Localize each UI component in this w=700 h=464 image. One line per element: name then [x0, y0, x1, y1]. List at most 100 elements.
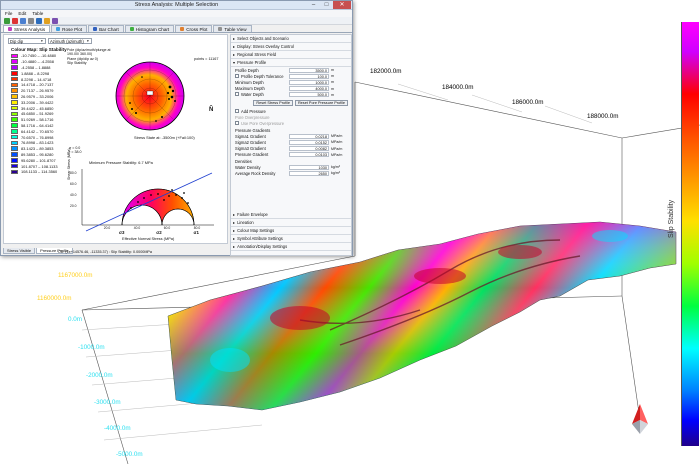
close-button[interactable]: ✕: [333, 1, 351, 9]
tab-histogram-chart[interactable]: Histogram Chart: [124, 25, 175, 32]
legend-item: 108.1133 – 114.3560: [11, 169, 58, 175]
section-annotation-display-settings[interactable]: ▸ Annotation/Display Settings: [231, 243, 351, 251]
legend-item: -10.7450 – -10.4880: [11, 53, 58, 59]
z-axis-label: -3000.0m: [94, 399, 121, 406]
stress-analysis-window[interactable]: Stress Analysis: Multiple Selection – □ …: [0, 0, 353, 256]
sigma1-gradient-input[interactable]: 0.0218: [289, 133, 329, 139]
legend-swatch: [11, 65, 18, 70]
sigma2-gradient-input[interactable]: 0.0152: [289, 139, 329, 146]
menu-edit[interactable]: Edit: [18, 11, 26, 16]
legend-label: 33.2006 – 39.4422: [21, 99, 54, 105]
table-icon: [218, 27, 223, 31]
legend-label: 76.8998 – 83.1423: [21, 140, 54, 146]
y-axis-label: 1167000.0m: [58, 272, 93, 279]
x-axis-label: 182000.0m: [370, 68, 402, 75]
tab-cross-plot[interactable]: Cross Plot: [175, 25, 213, 32]
cancel-icon[interactable]: [12, 17, 18, 24]
settings-pane: ▸ Select Objects and Scenario ▸ Display: S…: [230, 34, 352, 256]
z-axis-label: -1000.0m: [78, 344, 105, 351]
reset-stress-profile-button[interactable]: Reset Stress Profile: [253, 99, 293, 107]
rock-density-input[interactable]: 2650: [289, 170, 329, 176]
sigma3-gradient-input[interactable]: 0.0082: [289, 146, 329, 152]
reset-pore-pressure-button[interactable]: Reset Pore Pressure Profile: [294, 99, 348, 107]
water-density-input[interactable]: 1030: [289, 164, 329, 170]
dip-dropdown[interactable]: Dip dip ▾: [8, 38, 46, 44]
legend-item: 8.2298 – 14.4718: [11, 76, 58, 82]
expand-icon: ▸: [233, 228, 236, 233]
folder-icon[interactable]: [44, 17, 50, 24]
minimize-button[interactable]: –: [307, 1, 320, 9]
add-pressure-checkbox[interactable]: [235, 109, 239, 114]
legend-swatch: [11, 82, 18, 88]
check-icon[interactable]: [4, 17, 10, 24]
profile-depth-input[interactable]: 3500.0: [289, 67, 329, 73]
pressure-gradient-input[interactable]: 0.0103: [289, 152, 329, 158]
tab-stress-analysis[interactable]: Stress Analysis: [3, 25, 51, 32]
legend-label: 1.8888 – 8.2298: [21, 70, 50, 76]
copy-icon[interactable]: [20, 17, 26, 24]
legend-item: 45.6850 – 51.9269: [11, 111, 58, 117]
legend-item: 70.6570 – 76.8998: [11, 134, 58, 140]
tab-rose-plot[interactable]: Rose Plot: [51, 25, 88, 32]
stereonet-plot[interactable]: [112, 57, 188, 135]
legend-label: 51.9269 – 58.1716: [21, 117, 54, 123]
expand-icon: ▸: [233, 220, 236, 225]
legend-swatch: [11, 134, 18, 140]
use-pore-overpressure-checkbox[interactable]: [235, 121, 239, 126]
z-axis-label: -4000.0m: [104, 425, 131, 432]
tab-bar-chart[interactable]: Bar Chart: [88, 25, 124, 32]
section-pressure-profile[interactable]: ▾ Pressure Profile: [231, 59, 351, 67]
legend-label: 89.3853 – 95.6280: [21, 151, 54, 157]
chevron-down-icon: ▾: [87, 39, 89, 43]
export-icon[interactable]: [52, 17, 58, 24]
histogram-icon: [129, 27, 134, 31]
section-symbol-attribute-settings[interactable]: ▸ Symbol Attribute Settings: [231, 235, 351, 243]
legend-label: 70.6570 – 76.8998: [21, 134, 54, 140]
minimum-depth-input[interactable]: 1000.0: [289, 79, 329, 86]
tab-table-view[interactable]: Table View: [213, 25, 252, 32]
azimuth-dropdown[interactable]: Azimuth (azimuth) ▾: [48, 38, 92, 44]
water-depth-checkbox[interactable]: [235, 92, 239, 97]
maximize-button[interactable]: □: [320, 1, 333, 9]
cross-plot-icon: [180, 27, 185, 31]
legend-item: 89.3853 – 95.6280: [11, 152, 58, 158]
menu-table[interactable]: Table: [32, 11, 43, 16]
window-title: Stress Analysis: Multiple Selection: [134, 2, 219, 8]
legend-item: 51.9269 – 58.1716: [11, 117, 58, 123]
title-bar[interactable]: Stress Analysis: Multiple Selection – □ …: [1, 1, 352, 10]
x-axis-label: 188000.0m: [587, 113, 619, 120]
legend-swatch: [11, 163, 18, 169]
tolerance-checkbox[interactable]: [235, 73, 239, 78]
chevron-down-icon: ▾: [41, 39, 43, 43]
stress-icon: [8, 27, 12, 31]
section-regional-stress[interactable]: ▸ Regional Stress Field: [231, 51, 351, 59]
section-select-objects[interactable]: ▸ Select Objects and Scenario: [231, 35, 351, 43]
tab-stress-visible[interactable]: Stress Visible: [3, 248, 36, 254]
legend-label: 95.6280 – 101.8707: [21, 157, 56, 163]
legend-label: 26.9579 – 33.2006: [21, 93, 54, 99]
maximum-depth-input[interactable]: 4000.0: [289, 86, 329, 92]
section-colour-map-settings[interactable]: ▸ Colour Map Settings: [231, 227, 351, 235]
colorbar-label: Slip Stability: [668, 199, 675, 238]
section-failure-envelope[interactable]: ▸ Failure Envelope: [231, 211, 351, 219]
status-bar: CD: (1e+14576.46, -11335.37) : Slip Stab…: [58, 250, 152, 254]
legend-label: -10.4880 – -4.2558: [21, 59, 54, 65]
section-lineation[interactable]: ▸ Lineation: [231, 219, 351, 227]
legend-swatch: [11, 140, 18, 146]
tolerance-input[interactable]: 100.0: [289, 73, 329, 79]
menu-file[interactable]: File: [5, 11, 12, 16]
legend-label: -10.7450 – -10.4880: [21, 53, 57, 59]
save-icon[interactable]: [36, 17, 42, 24]
legend-swatch: [11, 94, 18, 99]
legend-label: 83.1423 – 89.3853: [21, 146, 54, 152]
legend-title: Colour Map: Slip Stability: [11, 47, 67, 52]
toolbar: [1, 17, 352, 25]
section-display-stress[interactable]: ▸ Display: Stress Overlay Control: [231, 43, 351, 51]
legend-label: 101.8707 – 108.1133: [21, 163, 58, 169]
water-depth-input[interactable]: 500.0: [289, 92, 329, 98]
y-axis-label: 1160000.0m: [37, 295, 72, 302]
legend-item: 58.1716 – 64.4142: [11, 123, 58, 129]
print-icon[interactable]: [28, 17, 34, 24]
legend-swatch: [11, 70, 18, 76]
legend-label: 108.1133 – 114.3560: [21, 169, 58, 175]
